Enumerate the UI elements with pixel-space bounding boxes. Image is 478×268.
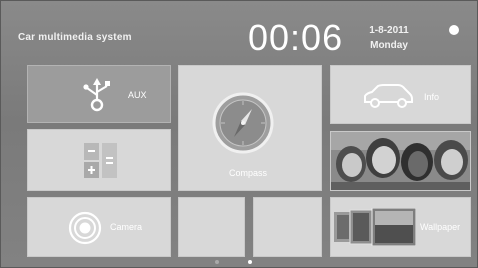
home-screen: Car multimedia system 00:06 1-8-2011 Mon…	[0, 0, 478, 268]
compass-label: Compass	[229, 168, 268, 178]
date-text: 1-8-2011	[369, 25, 409, 36]
calculator-icon	[84, 143, 117, 178]
date-block: 1-8-2011 Monday	[369, 23, 409, 53]
calculator-tile[interactable]	[27, 129, 171, 191]
clock-time: 00:06	[248, 17, 344, 58]
wallpaper-label: Wallpaper	[420, 222, 461, 232]
status-indicator	[449, 25, 459, 35]
photos-tile[interactable]	[330, 131, 471, 191]
weekday-text: Monday	[370, 40, 408, 51]
camera-icon	[68, 211, 102, 245]
wallpaper-thumbnail	[334, 208, 416, 246]
empty-tile-left[interactable]	[178, 197, 245, 257]
camera-label: Camera	[110, 222, 143, 232]
info-label: Info	[424, 92, 440, 102]
info-tile[interactable]: Info	[330, 65, 471, 124]
car-icon	[364, 84, 413, 108]
photo-thumbnail	[331, 132, 470, 190]
camera-tile[interactable]: Camera	[27, 197, 171, 257]
usb-icon	[83, 78, 110, 112]
compass-icon	[212, 92, 274, 154]
wallpaper-tile[interactable]: Wallpaper	[330, 197, 471, 257]
page-indicator-2[interactable]	[248, 260, 252, 264]
aux-label: AUX	[128, 90, 147, 100]
compass-tile[interactable]: Compass	[178, 65, 322, 191]
app-title: Car multimedia system	[18, 32, 132, 43]
empty-tile-right[interactable]	[253, 197, 322, 257]
page-indicator-1[interactable]	[215, 260, 219, 264]
aux-tile[interactable]: AUX	[27, 65, 171, 123]
